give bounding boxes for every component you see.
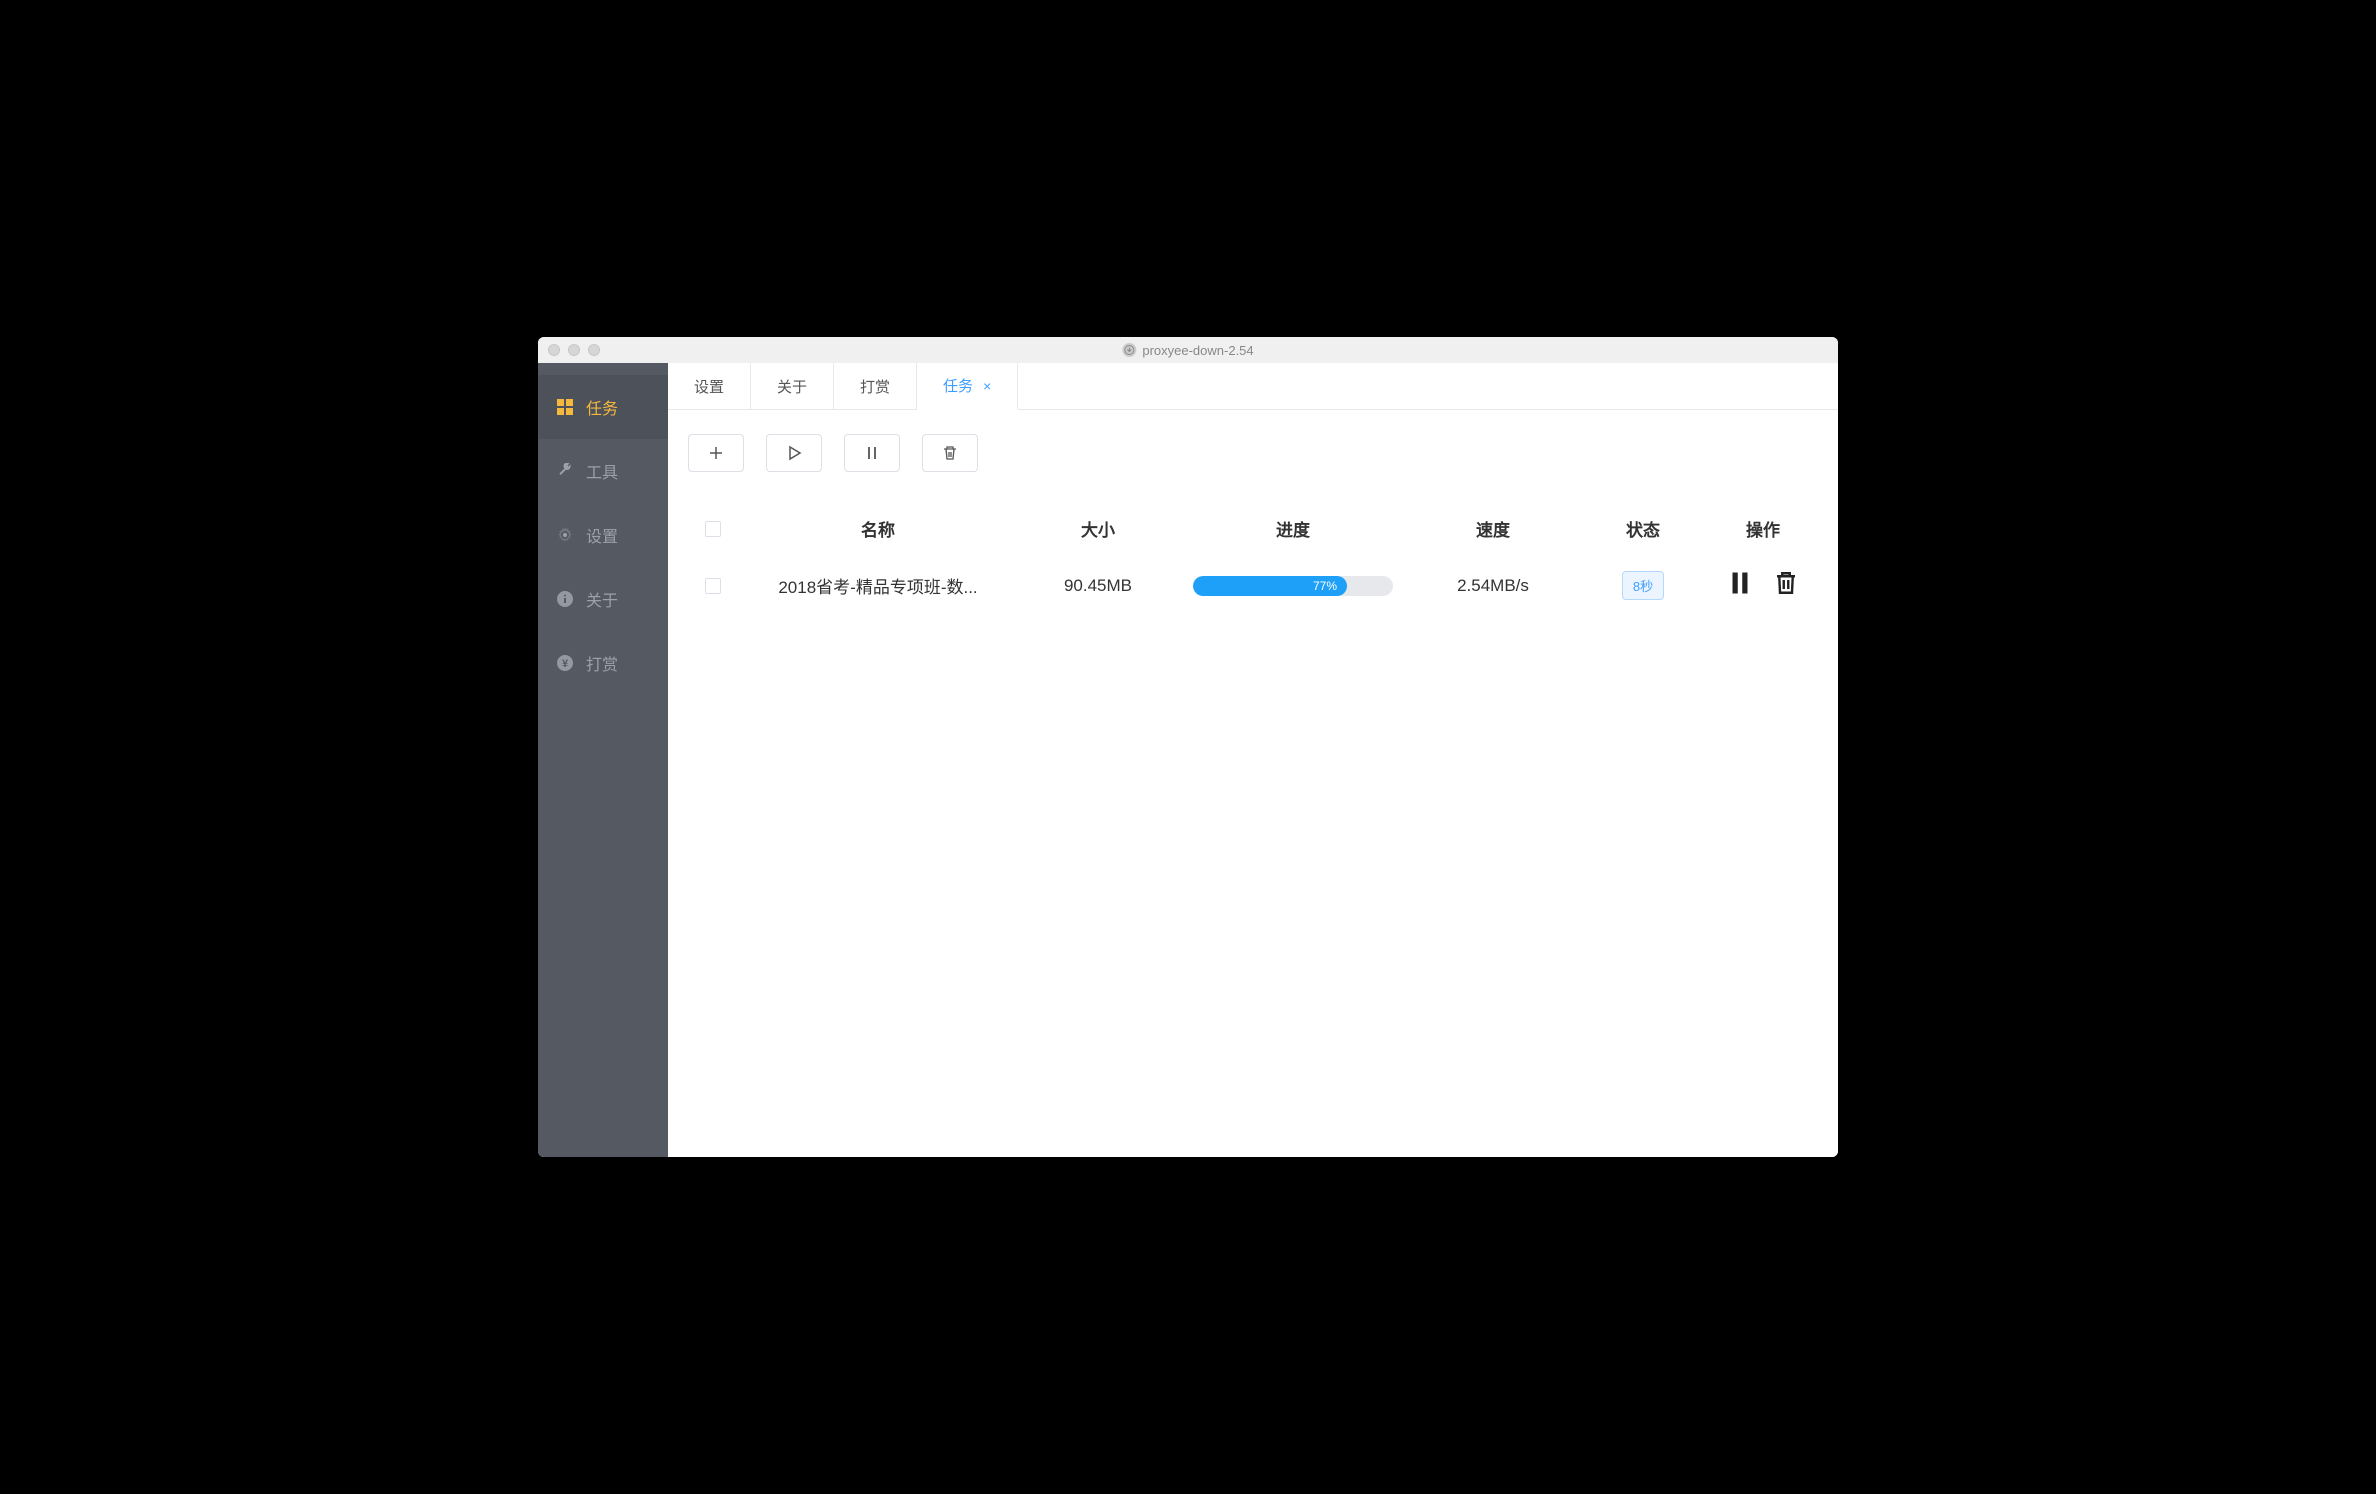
titlebar: proxyee-down-2.54 (538, 337, 1838, 363)
close-button[interactable] (548, 344, 560, 356)
downloads-table: 名称 大小 进度 速度 状态 操作 2018省考-精品专项班-数... 90.4… (688, 502, 1818, 616)
maximize-button[interactable] (588, 344, 600, 356)
row-speed: 2.54MB/s (1408, 576, 1578, 596)
traffic-lights (548, 344, 600, 356)
info-icon (556, 590, 574, 608)
plus-icon (708, 445, 724, 461)
window-title: proxyee-down-2.54 (1122, 343, 1253, 358)
row-status: 8秒 (1578, 571, 1708, 600)
header-actions: 操作 (1708, 516, 1818, 541)
tasks-content: 名称 大小 进度 速度 状态 操作 2018省考-精品专项班-数... 90.4… (668, 410, 1838, 1157)
app-body: 任务 工具 设置 关于 ¥ (538, 363, 1838, 1157)
tab-label: 关于 (777, 376, 807, 397)
minimize-button[interactable] (568, 344, 580, 356)
app-window: proxyee-down-2.54 任务 工具 设置 (538, 337, 1838, 1157)
sidebar-item-tools[interactable]: 工具 (538, 439, 668, 503)
tab-label: 任务 (943, 375, 973, 396)
window-title-text: proxyee-down-2.54 (1142, 343, 1253, 358)
row-checkbox-col (688, 578, 738, 594)
header-progress: 进度 (1178, 516, 1408, 541)
header-checkbox-col (688, 521, 738, 537)
sidebar-item-settings[interactable]: 设置 (538, 503, 668, 567)
select-all-checkbox[interactable] (705, 521, 721, 537)
tab-label: 设置 (694, 376, 724, 397)
trash-icon (1774, 571, 1798, 595)
sidebar-item-label: 打赏 (586, 651, 618, 675)
header-status: 状态 (1578, 516, 1708, 541)
add-button[interactable] (688, 434, 744, 472)
sidebar: 任务 工具 设置 关于 ¥ (538, 363, 668, 1157)
header-speed: 速度 (1408, 516, 1578, 541)
header-name: 名称 (738, 516, 1018, 541)
trash-icon (942, 445, 958, 461)
sidebar-item-donate[interactable]: ¥ 打赏 (538, 631, 668, 695)
progress-bar: 77% (1193, 576, 1393, 596)
row-progress: 77% (1178, 576, 1408, 596)
progress-label: 77% (1313, 579, 1337, 593)
main-content: 设置 关于 打赏 任务 × (668, 363, 1838, 1157)
pause-icon (864, 445, 880, 461)
toolbar (688, 434, 1818, 472)
sidebar-item-about[interactable]: 关于 (538, 567, 668, 631)
play-button[interactable] (766, 434, 822, 472)
header-size: 大小 (1018, 516, 1178, 541)
sidebar-item-tasks[interactable]: 任务 (538, 375, 668, 439)
yen-icon: ¥ (556, 654, 574, 672)
sidebar-item-label: 任务 (586, 395, 618, 419)
status-badge: 8秒 (1622, 571, 1664, 600)
tab-about[interactable]: 关于 (751, 363, 834, 409)
row-pause-button[interactable] (1728, 571, 1752, 600)
table-header: 名称 大小 进度 速度 状态 操作 (688, 502, 1818, 555)
tab-tasks[interactable]: 任务 × (917, 363, 1018, 410)
sidebar-item-label: 设置 (586, 523, 618, 547)
gear-icon (556, 526, 574, 544)
pause-icon (1728, 571, 1752, 595)
pause-button[interactable] (844, 434, 900, 472)
row-name: 2018省考-精品专项班-数... (738, 573, 1018, 598)
wrench-icon (556, 462, 574, 480)
row-checkbox[interactable] (705, 578, 721, 594)
row-delete-button[interactable] (1774, 571, 1798, 600)
grid-icon (556, 398, 574, 416)
sidebar-item-label: 关于 (586, 587, 618, 611)
delete-button[interactable] (922, 434, 978, 472)
tabs-bar: 设置 关于 打赏 任务 × (668, 363, 1838, 410)
tab-label: 打赏 (860, 376, 890, 397)
svg-text:¥: ¥ (562, 658, 569, 670)
tab-settings[interactable]: 设置 (668, 363, 751, 409)
close-icon[interactable]: × (983, 378, 991, 394)
row-size: 90.45MB (1018, 576, 1178, 596)
progress-fill: 77% (1193, 576, 1347, 596)
play-icon (786, 445, 802, 461)
app-icon (1122, 343, 1136, 357)
table-row: 2018省考-精品专项班-数... 90.45MB 77% 2.54MB/s 8… (688, 555, 1818, 616)
tab-donate[interactable]: 打赏 (834, 363, 917, 409)
row-actions (1708, 571, 1818, 600)
sidebar-item-label: 工具 (586, 459, 618, 483)
